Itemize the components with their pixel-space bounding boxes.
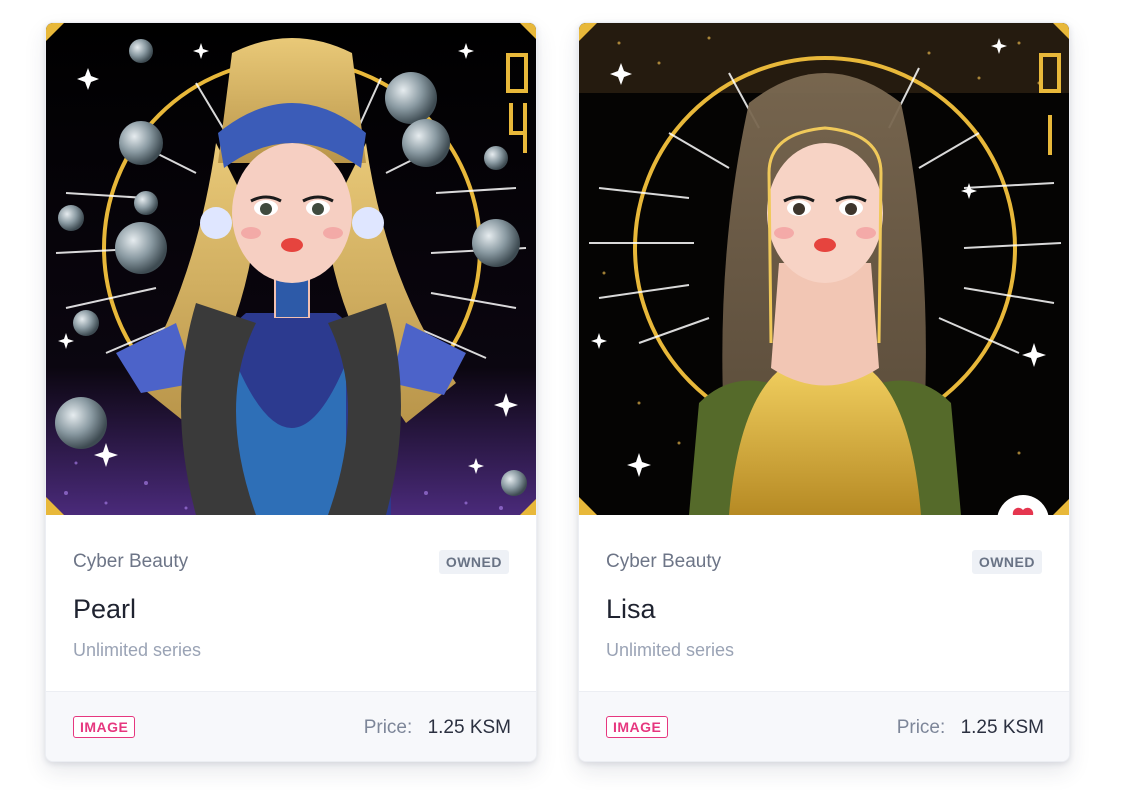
- card-footer: IMAGE Price: 1.25 KSM: [579, 691, 1069, 761]
- heart-icon: [1012, 507, 1034, 515]
- pearl-artwork-illustration: [46, 23, 536, 515]
- nft-artwork-lisa[interactable]: [579, 23, 1069, 515]
- owned-badge: OWNED: [438, 550, 509, 574]
- series-label: Unlimited series: [606, 640, 735, 660]
- media-type-tag: IMAGE: [606, 716, 669, 738]
- price-value: 1.25 KSM: [427, 717, 511, 738]
- media-type-tag: IMAGE: [73, 716, 136, 738]
- price-label: Price:: [363, 717, 413, 738]
- price: Price: 1.25 KSM: [364, 717, 511, 739]
- nft-card-pearl[interactable]: Cyber Beauty OWNED Pearl Unlimited serie…: [45, 22, 537, 762]
- price-label: Price:: [896, 717, 946, 738]
- owned-badge: OWNED: [971, 550, 1042, 574]
- collection-name[interactable]: Cyber Beauty: [73, 551, 188, 573]
- card-info-pearl: Cyber Beauty OWNED Pearl Unlimited serie…: [46, 515, 536, 691]
- collection-name[interactable]: Cyber Beauty: [606, 551, 721, 573]
- nft-name[interactable]: Lisa: [606, 594, 656, 625]
- nft-artwork-pearl[interactable]: [46, 23, 536, 515]
- nft-card-grid: Cyber Beauty OWNED Pearl Unlimited serie…: [0, 0, 1125, 790]
- series-label: Unlimited series: [73, 640, 202, 660]
- price-value: 1.25 KSM: [960, 717, 1044, 738]
- nft-name[interactable]: Pearl: [73, 594, 136, 625]
- card-footer: IMAGE Price: 1.25 KSM: [46, 691, 536, 761]
- lisa-artwork-illustration: [579, 23, 1069, 515]
- card-info-lisa: Cyber Beauty OWNED Lisa Unlimited series: [579, 515, 1069, 691]
- price: Price: 1.25 KSM: [897, 717, 1044, 739]
- nft-card-lisa[interactable]: Cyber Beauty OWNED Lisa Unlimited series…: [578, 22, 1070, 762]
